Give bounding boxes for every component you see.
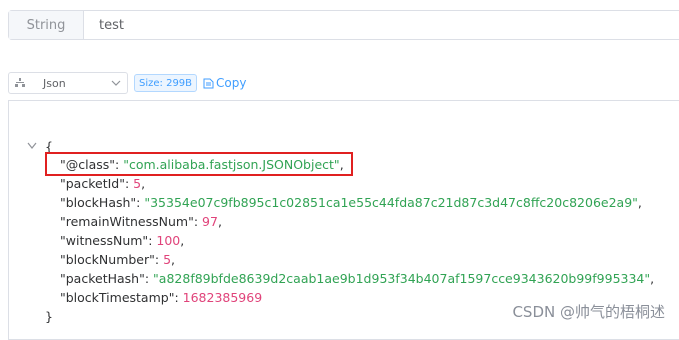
- json-key: "witnessNum": [60, 233, 149, 248]
- json-key: "blockHash": [60, 195, 137, 210]
- json-entry: "blockNumber": 5,: [60, 252, 176, 267]
- json-value: 97: [202, 214, 218, 229]
- json-entry: "remainWitnessNum": 97,: [60, 214, 222, 229]
- json-value: 1682385969: [182, 290, 263, 305]
- json-key: "packetId": [60, 176, 125, 191]
- key-type-label: String: [9, 11, 84, 39]
- json-entry: "witnessNum": 100,: [60, 233, 185, 248]
- format-select-value: Json: [43, 76, 66, 90]
- json-open-brace: {: [45, 139, 53, 154]
- copy-button[interactable]: Copy: [203, 76, 246, 90]
- json-key: "remainWitnessNum": [60, 214, 194, 229]
- json-entry: "packetHash": "a828f89bfde8639d2caab1ae9…: [60, 271, 655, 286]
- chevron-down-icon: [111, 80, 121, 86]
- watermark: CSDN @帅气的梧桐述: [512, 303, 665, 321]
- json-key: "blockTimestamp": [60, 290, 175, 305]
- tree-icon: [15, 78, 25, 87]
- key-value-input[interactable]: test: [84, 11, 124, 39]
- json-entry: "blockHash": "35354e07c9fb895c1c02851ca1…: [60, 195, 642, 210]
- copy-icon: [203, 78, 214, 88]
- json-entry: "packetId": 5,: [60, 176, 146, 191]
- json-value: 100: [156, 233, 181, 248]
- key-input-row[interactable]: String test: [8, 10, 679, 40]
- json-key: "@class": [60, 157, 116, 172]
- json-value: "35354e07c9fb895c1c02851ca1e55c44fda87c2…: [144, 195, 638, 210]
- format-select[interactable]: Json: [8, 72, 128, 94]
- size-badge: Size: 299B: [134, 74, 198, 92]
- json-value: 5: [133, 176, 142, 191]
- viewer-toolbar: Json Size: 299B Copy: [8, 72, 246, 94]
- json-entry: "blockTimestamp": 1682385969: [60, 290, 263, 305]
- json-value: 5: [163, 252, 172, 267]
- json-key: "packetHash": [60, 271, 145, 286]
- copy-label: Copy: [216, 76, 247, 90]
- json-value: "com.alibaba.fastjson.JSONObject": [123, 157, 340, 172]
- collapse-chevron-icon[interactable]: [27, 142, 37, 150]
- json-key: "blockNumber": [60, 252, 155, 267]
- json-entry: "@class": "com.alibaba.fastjson.JSONObje…: [60, 157, 344, 172]
- json-value: "a828f89bfde8639d2caab1ae9b1d953f34b407a…: [153, 271, 651, 286]
- json-close-brace: }: [45, 309, 53, 324]
